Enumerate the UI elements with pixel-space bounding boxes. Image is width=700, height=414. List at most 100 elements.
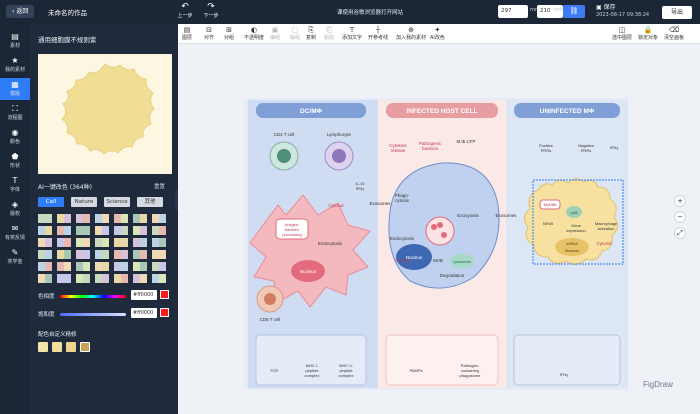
document-name[interactable]: 未命名的作品 xyxy=(48,7,87,17)
hue-hex-input[interactable]: #ff0000 xyxy=(131,290,157,300)
palette-swatch[interactable] xyxy=(133,262,147,271)
toolbar-button-5[interactable]: ▢ 解组 xyxy=(290,26,300,41)
toolbar-button-13[interactable]: 🔒 锁定对象 xyxy=(638,26,658,41)
toolbar-button-14[interactable]: ⌫ 清空画板 xyxy=(664,26,684,41)
zoom-in-button[interactable]: + xyxy=(674,195,686,207)
toolbar-button-3[interactable]: ◐ 不透明度 xyxy=(244,26,264,41)
undo-button[interactable]: ↶ 上一步 xyxy=(172,2,198,19)
palette-swatch[interactable] xyxy=(152,226,166,235)
custom-color-swatch[interactable] xyxy=(38,342,48,352)
palette-swatch[interactable] xyxy=(57,226,71,235)
palette-swatch[interactable] xyxy=(76,262,90,271)
palette-swatch[interactable] xyxy=(133,226,147,235)
hue-slider[interactable] xyxy=(60,295,126,298)
sidebar-item-7[interactable]: ◈ 版权 xyxy=(0,198,30,220)
sidebar-item-4[interactable]: ◉ 颜色 xyxy=(0,126,30,148)
mvb-label: MVB xyxy=(433,258,443,263)
sidebar-item-5[interactable]: ⬟ 形状 xyxy=(0,150,30,172)
sidebar-item-3[interactable]: ⛶ 流程图 xyxy=(0,102,30,124)
sidebar-item-2[interactable]: ▦ 模版 xyxy=(0,78,30,100)
sidebar-item-9[interactable]: ✎ 奖学金 xyxy=(0,246,30,268)
palette-swatch[interactable] xyxy=(114,238,128,247)
palette-swatch[interactable] xyxy=(152,250,166,259)
palette-swatch[interactable] xyxy=(76,238,90,247)
palette-swatch[interactable] xyxy=(114,262,128,271)
toolbar-button-0[interactable]: ▤ 图层 xyxy=(182,26,192,41)
custom-color-swatch[interactable] xyxy=(80,342,90,352)
palette-swatch[interactable] xyxy=(114,250,128,259)
reset-button[interactable]: 重置 xyxy=(154,182,165,190)
palette-tab-2[interactable]: Science xyxy=(104,197,130,207)
save-button[interactable]: ▣ 保存 xyxy=(596,2,616,11)
fit-screen-button[interactable]: ⤢ xyxy=(674,227,686,239)
sidebar-item-label: 颜色 xyxy=(9,139,20,145)
custom-color-swatch[interactable] xyxy=(52,342,62,352)
zoom-out-button[interactable]: − xyxy=(674,211,686,223)
toolbar-button-6[interactable]: ⎘ 复制 xyxy=(306,26,316,41)
palette-swatch[interactable] xyxy=(38,226,52,235)
palette-swatch[interactable] xyxy=(95,262,109,271)
hue-color-swatch[interactable] xyxy=(160,290,169,299)
saturation-hex-input[interactable]: #ff0000 xyxy=(131,308,157,318)
toolbar-button-4[interactable]: ▣ 编组 xyxy=(270,26,280,41)
palette-swatch[interactable] xyxy=(95,238,109,247)
palette-swatch[interactable] xyxy=(76,250,90,259)
palette-swatch[interactable] xyxy=(57,250,71,259)
palette-swatch[interactable] xyxy=(38,238,52,247)
cytosol-right-label: Cytosol xyxy=(596,241,611,246)
palette-swatch[interactable] xyxy=(38,250,52,259)
palette-tab-0[interactable]: Cell xyxy=(38,197,64,207)
palette-swatch[interactable] xyxy=(95,274,109,283)
toolbar-button-1[interactable]: ⊟ 对齐 xyxy=(204,26,214,41)
sidebar-item-label: 奖学金 xyxy=(7,259,23,265)
palette-swatch[interactable] xyxy=(133,250,147,259)
palette-swatch[interactable] xyxy=(114,214,128,223)
palette-swatch[interactable] xyxy=(114,274,128,283)
palette-swatch[interactable] xyxy=(76,226,90,235)
palette-swatch[interactable] xyxy=(57,274,71,283)
toolbar-button-11[interactable]: ✦ AI改色 xyxy=(430,26,445,41)
figure-canvas[interactable]: DC/MΦ INFECTED HOST CELL UNINFECTED MΦ C… xyxy=(178,45,700,414)
export-button[interactable]: 导出 xyxy=(662,6,692,19)
sidebar-item-8[interactable]: ✉ 有奖反馈 xyxy=(0,222,30,244)
palette-tab-3[interactable]: 其他 xyxy=(137,197,163,207)
palette-swatch[interactable] xyxy=(133,238,147,247)
width-input[interactable]: 297 xyxy=(498,5,528,18)
palette-swatch[interactable] xyxy=(152,274,166,283)
palette-swatch[interactable] xyxy=(133,274,147,283)
saturation-color-swatch[interactable] xyxy=(160,308,169,317)
toolbar-button-2[interactable]: ⊞ 对组 xyxy=(224,26,234,41)
palette-swatch[interactable] xyxy=(152,262,166,271)
palette-swatch[interactable] xyxy=(95,214,109,223)
toolbar-button-7[interactable]: ⎗ 粘贴 xyxy=(324,26,334,41)
lock-ratio-button[interactable]: ⛓ xyxy=(563,5,585,18)
sidebar-item-6[interactable]: T 字体 xyxy=(0,174,30,196)
toolbar-button-8[interactable]: T 添加文字 xyxy=(342,26,362,41)
sidebar-item-1[interactable]: ★ 我的素材 xyxy=(0,54,30,76)
palette-swatch[interactable] xyxy=(114,226,128,235)
palette-tab-1[interactable]: Nature xyxy=(71,197,97,207)
custom-color-swatch[interactable] xyxy=(66,342,76,352)
palette-swatch[interactable] xyxy=(133,214,147,223)
palette-swatch[interactable] xyxy=(38,214,52,223)
palette-swatch[interactable] xyxy=(38,262,52,271)
saturation-slider[interactable] xyxy=(60,313,126,316)
browser-tip: 课使用谷歌浏览器打开网站 xyxy=(336,10,403,16)
palette-swatch[interactable] xyxy=(38,274,52,283)
redo-button[interactable]: ↷ 下一步 xyxy=(198,2,224,19)
palette-swatch[interactable] xyxy=(76,274,90,283)
palette-swatch[interactable] xyxy=(57,262,71,271)
toolbar-button-10[interactable]: ⊕ 加入我的素材 xyxy=(396,26,426,41)
toolbar-button-12[interactable]: ◫ 选中图层 xyxy=(612,26,632,41)
palette-swatch[interactable] xyxy=(76,214,90,223)
palette-swatch[interactable] xyxy=(95,250,109,259)
palette-swatch[interactable] xyxy=(57,214,71,223)
canvas-area[interactable]: DC/MΦ INFECTED HOST CELL UNINFECTED MΦ C… xyxy=(178,45,700,414)
palette-swatch[interactable] xyxy=(95,226,109,235)
palette-swatch[interactable] xyxy=(152,214,166,223)
palette-swatch[interactable] xyxy=(57,238,71,247)
toolbar-button-9[interactable]: ┼ 开参考线 xyxy=(368,26,388,41)
sidebar-item-0[interactable]: ▤ 素材 xyxy=(0,30,30,52)
back-button[interactable]: ‹ 返回 xyxy=(6,5,35,18)
palette-swatch[interactable] xyxy=(152,238,166,247)
